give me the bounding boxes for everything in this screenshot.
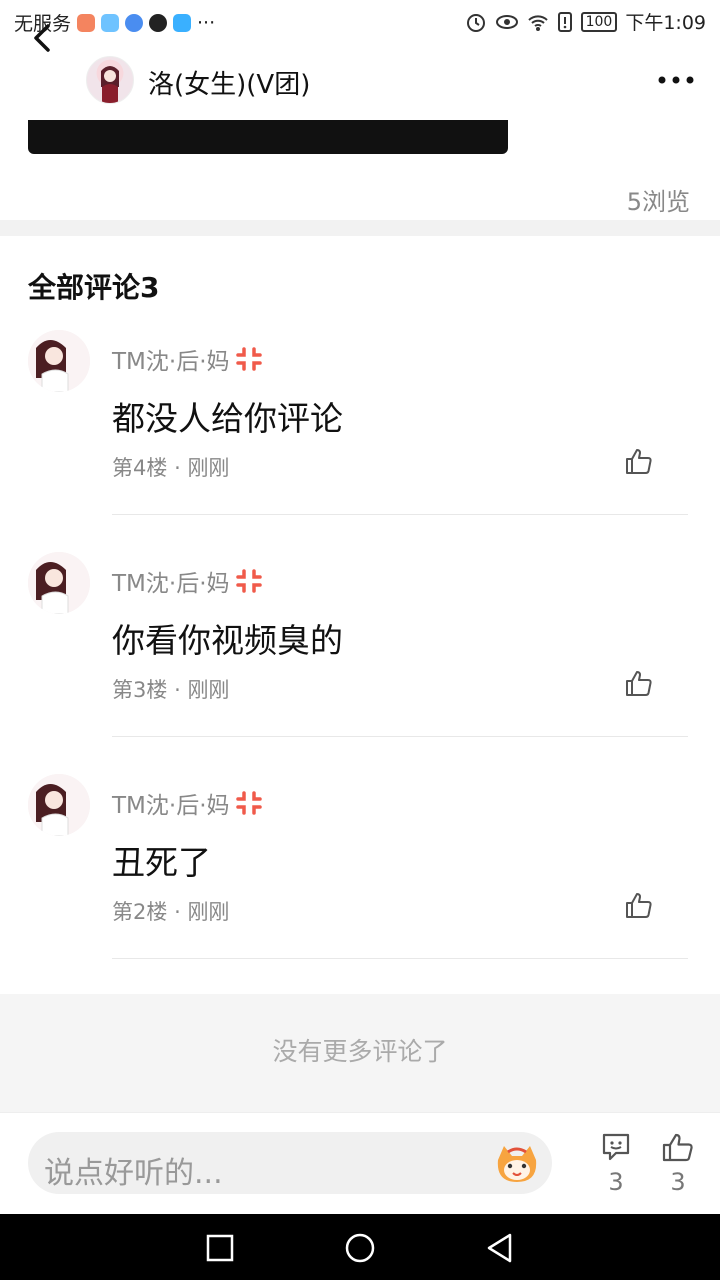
emoji-button-icon[interactable] [494, 1140, 540, 1186]
page-title: 洛(女生)(V团) [148, 70, 311, 100]
comment-time: 刚刚 [187, 456, 230, 480]
anger-emoji-icon [235, 569, 262, 593]
commenter-avatar[interactable] [28, 552, 90, 614]
meta-separator: · [174, 456, 181, 480]
author-avatar[interactable] [86, 56, 134, 104]
comment-separator [112, 736, 688, 737]
comments-title: 全部评论3 [28, 271, 160, 304]
sim-alert-icon [557, 11, 572, 32]
home-icon[interactable] [340, 1228, 380, 1268]
status-right: 100 下午1:09 [465, 8, 706, 35]
app-notification-icon [125, 13, 144, 32]
comment-text: 你看你视频臭的 [112, 621, 343, 660]
meta-separator: · [174, 678, 181, 702]
comment-meta: 第2楼 · 刚刚 [112, 896, 229, 926]
comment-input-placeholder: 说点好听的... [44, 1156, 223, 1191]
comment-time: 刚刚 [187, 678, 230, 702]
app-notification-icon [77, 13, 96, 32]
comment-floor: 第4楼 [112, 456, 168, 480]
comment-separator [112, 958, 688, 959]
battery-indicator: 100 [580, 11, 618, 32]
like-action[interactable]: 3 [658, 1130, 698, 1196]
commenter-avatar[interactable] [28, 330, 90, 392]
comment-author-name: TM沈·后·妈 [112, 349, 230, 375]
comment-item: TM沈·后·妈 丑死了 第2楼 · 刚刚 [0, 774, 720, 996]
section-divider [0, 220, 720, 236]
alarm-icon [466, 13, 485, 32]
comment-separator [112, 514, 688, 515]
status-time: 下午1:09 [625, 12, 706, 34]
eye-icon [495, 14, 518, 29]
comment-text: 都没人给你评论 [112, 399, 343, 438]
anger-emoji-icon [235, 791, 262, 815]
recent-apps-icon[interactable] [200, 1228, 240, 1268]
video-player-bottom[interactable] [28, 120, 508, 154]
comment-author-name: TM沈·后·妈 [112, 793, 230, 819]
anger-emoji-icon [235, 347, 262, 371]
comment-meta: 第3楼 · 刚刚 [112, 674, 229, 704]
back-triangle-icon[interactable] [480, 1228, 520, 1268]
more-notifications: ··· [197, 11, 216, 34]
comment-author[interactable]: TM沈·后·妈 [112, 342, 264, 376]
comment-count: 3 [608, 1168, 624, 1196]
thumbs-up-icon[interactable] [624, 668, 654, 698]
commenter-avatar-image [28, 330, 90, 392]
thumbs-up-icon[interactable] [624, 446, 654, 476]
comment-author[interactable]: TM沈·后·妈 [112, 786, 264, 820]
app-notification-icon [101, 13, 120, 32]
meta-separator: · [174, 900, 181, 924]
commenter-avatar-image [28, 552, 90, 614]
commenter-avatar[interactable] [28, 774, 90, 836]
comment-time: 刚刚 [187, 900, 230, 924]
view-count: 5浏览 [626, 188, 690, 216]
no-more-comments-text: 没有更多评论了 [272, 1037, 448, 1066]
comment-floor: 第2楼 [112, 900, 168, 924]
back-arrow-icon[interactable] [28, 18, 58, 58]
comment-item: TM沈·后·妈 都没人给你评论 第4楼 · 刚刚 [0, 330, 720, 552]
comment-item: TM沈·后·妈 你看你视频臭的 第3楼 · 刚刚 [0, 552, 720, 774]
status-bar: 无服务 ··· 100 下午1:09 [0, 0, 720, 44]
comment-bubble-icon [602, 1133, 630, 1161]
comment-floor: 第3楼 [112, 678, 168, 702]
shield-icon [173, 13, 192, 32]
comment-author-name: TM沈·后·妈 [112, 571, 230, 597]
like-count: 3 [670, 1168, 686, 1196]
commenter-avatar-image [28, 774, 90, 836]
comment-action[interactable]: 3 [596, 1130, 636, 1196]
comment-text: 丑死了 [112, 843, 211, 882]
more-options-icon[interactable] [656, 70, 696, 90]
thumbs-up-icon[interactable] [624, 890, 654, 920]
author-avatar-image [101, 66, 119, 103]
comment-author[interactable]: TM沈·后·妈 [112, 564, 264, 598]
tiktok-icon [149, 13, 168, 32]
wifi-icon [527, 14, 548, 31]
thumbs-up-icon [662, 1133, 693, 1162]
comment-meta: 第4楼 · 刚刚 [112, 452, 229, 482]
